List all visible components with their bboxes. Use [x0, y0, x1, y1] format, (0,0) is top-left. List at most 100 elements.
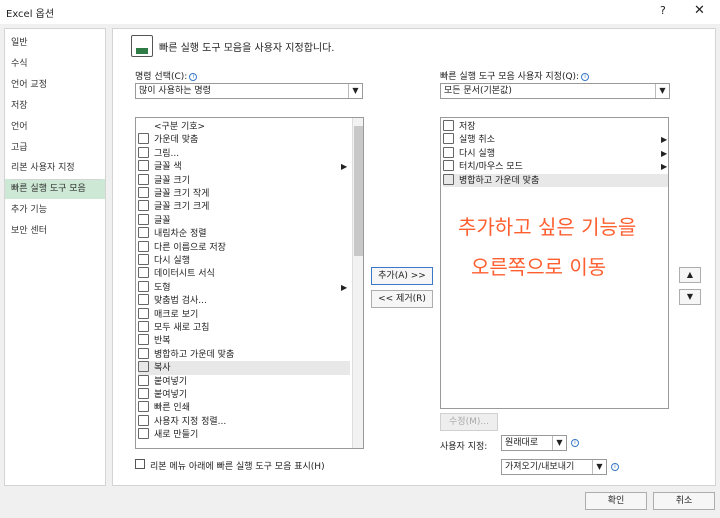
command-item[interactable]: 가운데 맞춤 — [138, 133, 350, 146]
command-icon — [138, 414, 149, 426]
command-item[interactable]: 내림차순 정렬 — [138, 227, 350, 240]
commands-list[interactable]: <구분 기호> 가운데 맞춤 그림... 글꼴 색 ▶ 글꼴 크기글꼴 크기 작게글꼴 크… — [135, 117, 364, 449]
command-icon — [138, 146, 149, 158]
options-sidebar: 일반 수식 언어 교정 저장 언어 고급 리본 사용자 지정 빠른 실행 도구 모음 추가 기능… — [4, 28, 106, 486]
move-up-button[interactable]: ▲ — [679, 267, 701, 283]
command-icon — [138, 227, 149, 239]
command-label: 빠른 인쇄 — [154, 403, 190, 414]
import-export-dropdown[interactable]: 가져오기/내보내기 ▼ — [501, 459, 607, 475]
command-item[interactable]: 복사 — [138, 361, 350, 375]
qat-item-label: 저장 — [459, 122, 476, 132]
qat-item[interactable]: 저장 — [443, 120, 668, 133]
chevron-right-icon: ▶ — [661, 162, 668, 172]
qat-item-label: 터치/마우스 모드 — [459, 162, 523, 173]
info-icon: i — [611, 463, 619, 471]
chevron-down-icon: ▼ — [552, 436, 566, 450]
title-bar: Excel 옵션 ? ✕ — [0, 0, 720, 24]
command-item[interactable]: 매크로 보기 — [138, 307, 350, 321]
commands-label: 명령 선택(C): i — [135, 69, 198, 82]
command-item[interactable]: 그림... — [138, 146, 350, 160]
reset-dropdown[interactable]: 원래대로 ▼ — [501, 435, 567, 451]
nav-item-4[interactable]: 언어 — [5, 117, 105, 137]
command-icon — [138, 173, 149, 185]
chevron-down-icon: ▼ — [655, 84, 669, 98]
qat-item[interactable]: 병합하고 가운데 맞춤 — [443, 173, 668, 187]
command-item[interactable]: 사용자 지정 정렬... — [138, 414, 350, 428]
show-below-ribbon-checkbox[interactable] — [135, 459, 145, 469]
window-title: Excel 옵션 — [6, 9, 55, 20]
command-label: 복사 — [154, 363, 171, 374]
nav-item-1[interactable]: 수식 — [5, 54, 105, 74]
nav-item-6[interactable]: 리본 사용자 지정 — [5, 158, 105, 178]
info-icon: i — [189, 72, 198, 81]
qat-customize-icon — [131, 35, 153, 57]
command-item[interactable]: 글꼴 크기 작게 — [138, 187, 350, 200]
command-item[interactable]: 글꼴 색 ▶ — [138, 160, 350, 173]
command-item[interactable]: 빠른 인쇄 — [138, 401, 350, 414]
checkbox-label: 리본 메뉴 아래에 빠른 실행 도구 모음 표시(H) — [150, 462, 325, 472]
command-label: 다른 이름으로 저장 — [154, 242, 226, 253]
commands-scrollbar[interactable] — [352, 118, 363, 448]
nav-item-5[interactable]: 고급 — [5, 138, 105, 158]
command-icon — [138, 240, 149, 252]
move-down-button[interactable]: ▼ — [679, 289, 701, 305]
command-item[interactable]: 붙여넣기 — [138, 388, 350, 401]
qat-item[interactable]: 실행 취소 ▶ — [443, 133, 668, 146]
command-label: 맞춤법 검사... — [154, 296, 207, 307]
qat-item-icon — [443, 120, 454, 131]
command-icon — [138, 374, 149, 386]
chevron-down-icon: ▼ — [348, 84, 362, 98]
nav-item-7[interactable]: 빠른 실행 도구 모음 — [5, 179, 105, 199]
command-item[interactable]: 글꼴 — [138, 213, 350, 227]
command-item[interactable]: 붙여넣기 — [138, 374, 350, 388]
command-icon — [138, 307, 149, 319]
command-label: 글꼴 크기 크게 — [154, 202, 210, 213]
command-label: 새로 만들기 — [154, 430, 199, 441]
info-icon: i — [571, 439, 579, 447]
nav-item-9[interactable]: 보안 센터 — [5, 221, 105, 241]
qat-item-icon — [443, 160, 454, 172]
command-label: 붙여넣기 — [154, 390, 188, 400]
command-label: 내림차순 정렬 — [154, 229, 207, 240]
chevron-right-icon: ▶ — [661, 135, 668, 145]
qat-item-label: 다시 실행 — [459, 148, 495, 159]
qat-item[interactable]: 다시 실행 ▶ — [443, 146, 668, 160]
command-item[interactable]: 글꼴 크기 크게 — [138, 200, 350, 213]
section-title: 빠른 실행 도구 모음을 사용자 지정합니다. — [159, 43, 335, 54]
qat-item-icon — [443, 133, 454, 145]
qat-item[interactable]: 터치/마우스 모드 ▶ — [443, 160, 668, 173]
scroll-thumb[interactable] — [354, 126, 363, 256]
close-button[interactable]: ✕ — [694, 3, 705, 18]
command-item[interactable]: 다시 실행 — [138, 254, 350, 267]
command-item[interactable]: 새로 만들기 — [138, 428, 350, 441]
commands-dropdown[interactable]: 많이 사용하는 명령 ▼ — [135, 83, 363, 99]
cancel-button[interactable]: 취소 — [653, 492, 715, 510]
command-icon — [138, 401, 149, 413]
modify-button[interactable]: 수정(M)... — [440, 413, 498, 431]
remove-button[interactable]: << 제거(R) — [371, 290, 433, 308]
command-item[interactable]: 데이터시트 서식 — [138, 267, 350, 280]
nav-item-3[interactable]: 저장 — [5, 96, 105, 116]
command-item[interactable]: 병합하고 가운데 맞춤 — [138, 347, 350, 361]
nav-item-2[interactable]: 언어 교정 — [5, 75, 105, 95]
ok-button[interactable]: 확인 — [585, 492, 647, 510]
help-button[interactable]: ? — [660, 4, 666, 17]
qat-item-label: 실행 취소 — [459, 135, 495, 146]
command-item[interactable]: 반복 — [138, 334, 350, 347]
qat-scope-dropdown[interactable]: 모든 문서(기본값) ▼ — [440, 83, 670, 99]
command-item[interactable]: 글꼴 크기 — [138, 173, 350, 187]
qat-item-icon — [443, 173, 454, 185]
nav-item-0[interactable]: 일반 — [5, 33, 105, 53]
command-item[interactable]: <구분 기호> — [138, 120, 350, 133]
command-icon — [138, 200, 149, 212]
command-label: 글꼴 크기 작게 — [154, 189, 210, 199]
command-item[interactable]: 모두 새로 고침 — [138, 321, 350, 334]
command-label: 병합하고 가운데 맞춤 — [154, 349, 235, 360]
nav-item-8[interactable]: 추가 기능 — [5, 200, 105, 220]
command-item[interactable]: 도형 ▶ — [138, 280, 350, 294]
command-icon — [138, 321, 149, 332]
command-item[interactable]: 맞춤법 검사... — [138, 294, 350, 307]
command-icon — [138, 347, 149, 359]
command-item[interactable]: 다른 이름으로 저장 — [138, 240, 350, 254]
add-button[interactable]: 추가(A) >> — [371, 267, 433, 285]
